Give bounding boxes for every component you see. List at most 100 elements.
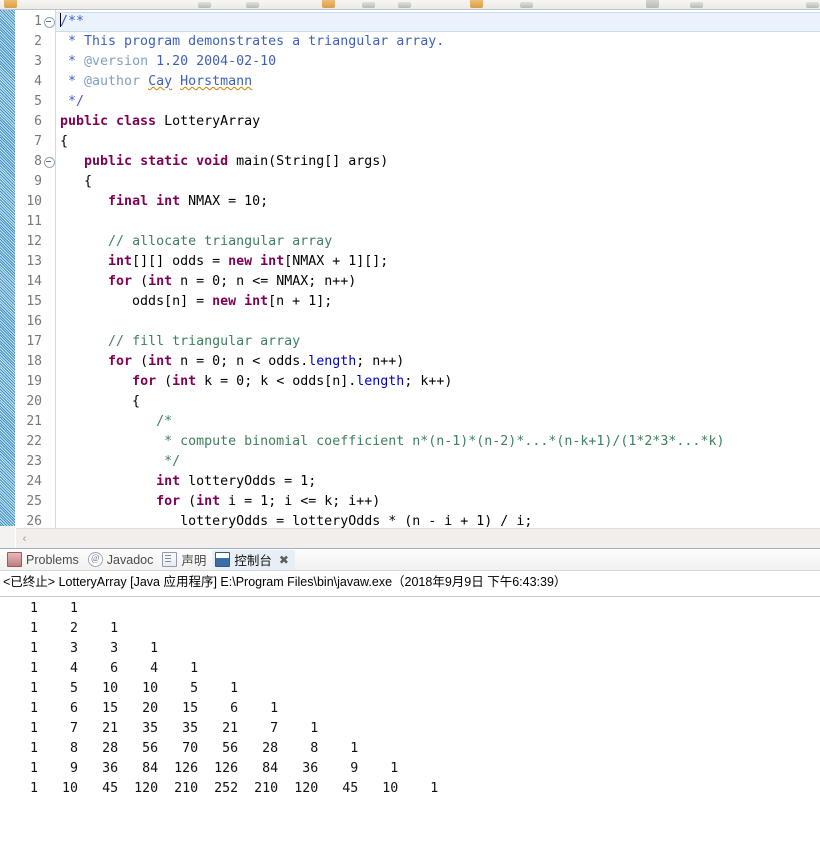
code-line[interactable]: int[][] odds = new int[NMAX + 1][]; [56, 252, 820, 272]
code-line[interactable]: { [56, 392, 820, 412]
new-package-icon[interactable] [520, 2, 533, 8]
eclipse-toolbar[interactable] [0, 0, 820, 10]
line-number: 6 [34, 114, 42, 129]
code-line[interactable]: odds[n] = new int[n + 1]; [56, 292, 820, 312]
print-icon[interactable] [246, 2, 259, 8]
code-line[interactable]: * @version 1.20 2004-02-10 [56, 52, 820, 72]
code-line[interactable]: /* [56, 412, 820, 432]
code-token: public static void [84, 154, 229, 169]
console-output-text[interactable]: 1 1 1 2 1 1 3 3 1 1 4 6 4 1 1 5 10 10 5 … [0, 597, 820, 859]
code-token: @author [84, 74, 141, 89]
back-icon[interactable] [806, 2, 819, 8]
code-token: * [60, 74, 85, 89]
tab-declaration[interactable]: 声明 [159, 550, 212, 570]
code-token: Cay [148, 74, 173, 89]
code-line[interactable] [56, 312, 820, 332]
code-line[interactable] [56, 212, 820, 232]
code-line[interactable]: for (int i = 1; i <= k; i++) [56, 492, 820, 512]
line-number: 12 [26, 234, 42, 249]
code-line[interactable]: public class LotteryArray [56, 112, 820, 132]
fold-collapse-icon[interactable] [43, 152, 55, 172]
new-java-project-icon[interactable] [470, 0, 483, 8]
code-token: ][]; [356, 254, 389, 269]
code-token: lotteryOdds = lotteryOdds * (n - i + [60, 514, 477, 528]
fold-slot [43, 432, 55, 452]
code-line[interactable]: // allocate triangular array [56, 232, 820, 252]
line-number: 7 [34, 134, 42, 149]
run-icon[interactable] [362, 2, 375, 8]
debug-icon[interactable] [322, 0, 335, 8]
code-token: int [172, 374, 197, 389]
code-line[interactable]: /** [56, 12, 820, 32]
tab-label: Problems [26, 552, 79, 567]
code-token: { [60, 134, 69, 149]
fold-slot [43, 392, 55, 412]
code-line[interactable]: int lotteryOdds = 1; [56, 472, 820, 492]
code-line[interactable]: lotteryOdds = lotteryOdds * (n - i + 1) … [56, 512, 820, 528]
code-line[interactable]: { [56, 172, 820, 192]
code-line[interactable]: // fill triangular array [56, 332, 820, 352]
annotation-ruler[interactable] [0, 10, 16, 548]
code-token: // fill triangular array [108, 334, 301, 349]
code-token: for [108, 274, 133, 289]
code-token: final int [108, 194, 181, 209]
code-line[interactable]: for (int n = 0; n < odds.length; n++) [56, 352, 820, 372]
view-tab-bar[interactable]: Problems @ Javadoc 声明 控制台 ✖ [0, 549, 820, 571]
code-line[interactable]: */ [56, 452, 820, 472]
code-line[interactable]: for (int k = 0; k < odds[n].length; k++) [56, 372, 820, 392]
code-text-area[interactable]: /** * This program demonstrates a triang… [56, 10, 820, 528]
code-token: int [148, 274, 173, 289]
java-source-editor[interactable]: 1 2 3 4 5 6 7 8 9 10 11 12 13 14 15 16 17 18 19 20 21 22 23 24 2… [0, 10, 820, 549]
view-stack: Problems @ Javadoc 声明 控制台 ✖ <已终止> LotteryArra… [0, 548, 820, 857]
line-number: 10 [26, 194, 42, 209]
fold-slot [43, 472, 55, 492]
code-line[interactable]: */ [56, 92, 820, 112]
console-output-line: 1 10 45 120 210 252 210 120 45 10 1 [6, 781, 439, 796]
code-token: Horstmann [180, 74, 253, 89]
code-folding-ruler[interactable] [43, 10, 55, 548]
scroll-track[interactable] [33, 530, 820, 547]
code-line[interactable]: * compute binomial coefficient n*(n-1)*(… [56, 432, 820, 452]
tab-javadoc[interactable]: @ Javadoc [85, 550, 160, 570]
fold-slot [43, 272, 55, 292]
fold-slot [43, 492, 55, 512]
scroll-left-arrow-icon[interactable]: ‹ [16, 530, 33, 547]
fold-slot [43, 212, 55, 232]
code-token: ( [156, 374, 173, 389]
code-token: 1 [308, 294, 317, 309]
line-number: 13 [26, 254, 42, 269]
next-annotation-icon[interactable] [690, 2, 703, 8]
tab-problems[interactable]: Problems [4, 550, 85, 570]
new-wizard-icon[interactable] [4, 0, 17, 8]
editor-horizontal-scrollbar[interactable]: ‹ [16, 528, 820, 548]
fold-slot [43, 352, 55, 372]
code-token: // allocate triangular array [108, 234, 333, 249]
save-icon[interactable] [198, 2, 211, 8]
code-line[interactable]: * This program demonstrates a triangular… [56, 32, 820, 52]
close-icon[interactable]: ✖ [279, 554, 289, 566]
tab-label: 声明 [181, 554, 207, 568]
line-number: 18 [26, 354, 42, 369]
fold-collapse-icon[interactable] [43, 12, 55, 32]
code-line[interactable]: public static void main(String[] args) [56, 152, 820, 172]
fold-slot [43, 332, 55, 352]
line-number: 2 [34, 34, 42, 49]
code-line[interactable]: { [56, 132, 820, 152]
line-number: 4 [34, 74, 42, 89]
fold-slot [43, 132, 55, 152]
tab-console[interactable]: 控制台 ✖ [212, 549, 295, 570]
code-token: 1.20 2004-02-10 [148, 54, 277, 69]
fold-slot [43, 232, 55, 252]
code-line[interactable]: for (int n = 0; n <= NMAX; n++) [56, 272, 820, 292]
code-token: lotteryOdds = [180, 474, 301, 489]
search-icon[interactable] [646, 0, 659, 8]
code-line[interactable]: final int NMAX = 10; [56, 192, 820, 212]
code-line[interactable]: * @author Cay Horstmann [56, 72, 820, 92]
external-tools-icon[interactable] [398, 2, 411, 8]
